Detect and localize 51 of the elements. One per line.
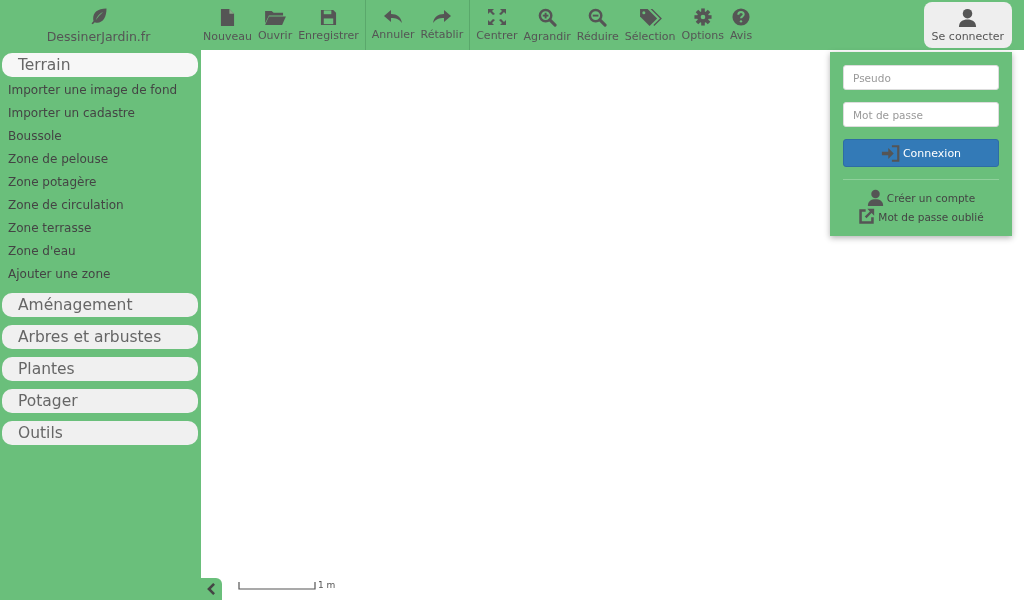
menu-item[interactable]: Ajouter une zone [2,262,198,285]
menu-item[interactable]: Zone de circulation [2,193,198,217]
section-header[interactable]: Potager [2,389,198,413]
menu-item[interactable]: Zone potagère [2,170,198,194]
external-link-icon [858,208,876,225]
expand-arrows-icon [486,8,507,26]
help-button[interactable]: Avis [726,0,756,50]
undo-arrow-icon [383,9,404,25]
connect-button[interactable]: Connexion [843,139,999,167]
forgot-link[interactable]: Mot de passe oublié [858,207,984,226]
menu-item[interactable]: Zone de pelouse [2,147,198,171]
section-header[interactable]: Outils [2,421,198,445]
section-header[interactable]: Terrain [2,53,198,77]
app-logo-text: DessinerJardin.fr [46,29,151,44]
leaf-icon [88,6,109,26]
zoom-in-button[interactable]: Agrandir [520,0,574,50]
account-link[interactable]: Créer un compte [866,188,976,207]
tags-icon [638,7,662,27]
zoom-out-button[interactable]: Réduire [573,0,622,50]
menu-item[interactable]: Zone d'eau [2,239,198,263]
document-icon [219,7,235,27]
chevron-left-icon [206,583,216,595]
menu-item[interactable]: Importer un cadastre [2,101,198,125]
menu-item[interactable]: Zone terrasse [2,216,198,240]
new-button[interactable]: Nouveau [200,0,255,50]
tags-button[interactable]: Sélection [621,0,679,50]
help-icon [732,8,751,26]
zoom-out-icon [588,7,608,27]
sign-in-icon [880,144,901,162]
scale-label: 1 m [318,581,336,590]
folder-icon [263,8,287,26]
menu-item[interactable]: Boussole [2,124,198,148]
redo-button[interactable]: Rétablir [417,0,467,50]
undo-button[interactable]: Annuler [368,0,418,50]
fit-button[interactable]: Centrer [473,0,521,50]
save-button[interactable]: Enregistrer [295,0,362,50]
gear-icon [693,8,712,26]
section-header[interactable]: Arbres et arbustes [2,325,198,349]
username-field[interactable]: Pseudo [843,65,999,90]
gear-button[interactable]: Options [678,0,727,50]
redo-arrow-icon [431,9,452,25]
section-header[interactable]: Plantes [2,357,198,381]
section-header[interactable]: Aménagement [2,293,198,317]
user-icon [958,7,978,27]
menu-item[interactable]: Importer une image de fond [2,79,198,102]
open-button[interactable]: Ouvrir [254,0,296,50]
zoom-in-icon [537,7,557,27]
password-field[interactable]: Mot de passe [843,102,999,127]
user-icon [866,189,884,206]
collapse-sidebar-button[interactable] [200,578,222,600]
login-button[interactable]: Se connecter [923,2,1012,48]
